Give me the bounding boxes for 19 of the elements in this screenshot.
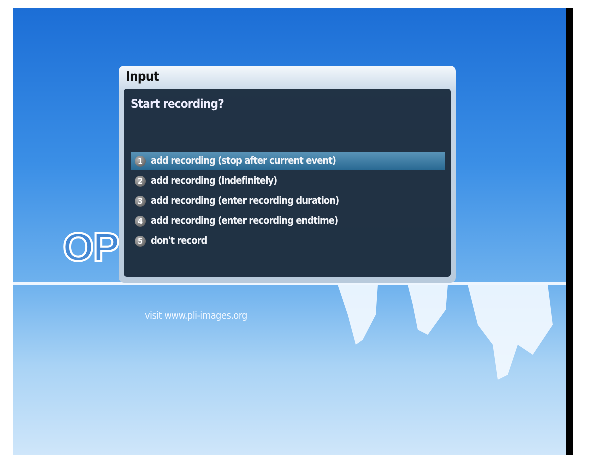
website-text: visit www.pli-images.org (145, 311, 248, 322)
number-badge: 4 (135, 216, 146, 226)
logo-text: OP (63, 226, 119, 270)
menu-item-label: add recording (stop after current event) (151, 156, 336, 166)
number-badge: 3 (135, 196, 146, 206)
menu-item[interactable]: 4 add recording (enter recording endtime) (131, 212, 445, 230)
menu-item-label: add recording (indefinitely) (151, 176, 278, 186)
dialog-title: Input (125, 69, 160, 87)
number-badge: 5 (135, 236, 146, 246)
menu-item[interactable]: 1 add recording (stop after current event) (131, 152, 445, 170)
number-badge: 2 (135, 176, 146, 186)
menu-item-label: add recording (enter recording duration) (151, 196, 340, 206)
menu-item[interactable]: 2 add recording (indefinitely) (131, 172, 445, 190)
question-text: Start recording? (131, 97, 225, 113)
menu-item-label: add recording (enter recording endtime) (151, 216, 338, 226)
menu-item-label: don't record (151, 236, 208, 246)
menu-item[interactable]: 3 add recording (enter recording duration) (131, 192, 445, 210)
menu-item[interactable]: 5 don't record (131, 232, 445, 250)
number-badge: 1 (135, 156, 146, 166)
